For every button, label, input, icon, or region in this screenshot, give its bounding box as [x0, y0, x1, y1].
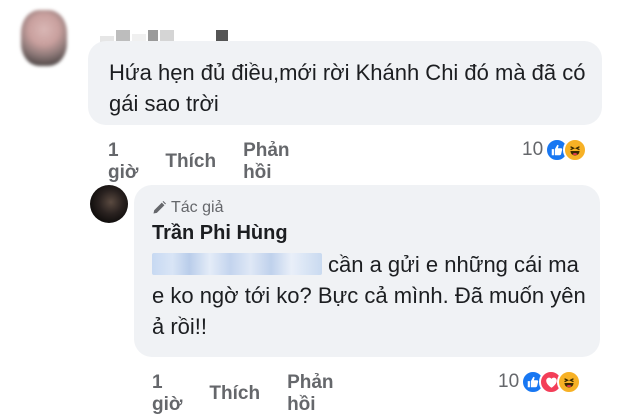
reply-text: cần a gửi e những cái ma e ko ngờ tới ko…	[152, 249, 592, 342]
reaction-count: 10	[498, 371, 520, 392]
comment-bubble: Hứa hẹn đủ điều,mới rời Khánh Chi đó mà …	[88, 41, 602, 125]
reply-button[interactable]: Phản hồi	[243, 140, 289, 184]
commenter-avatar[interactable]	[21, 10, 67, 66]
reply-time[interactable]: 1 giờ	[152, 372, 182, 416]
haha-icon	[557, 370, 582, 394]
reply-actions: 1 giờ Thích Phản hồi	[152, 372, 334, 416]
comment-actions: 1 giờ Thích Phản hồi	[108, 140, 290, 184]
mentioned-name-redacted[interactable]	[152, 253, 322, 275]
like-button[interactable]: Thích	[209, 383, 260, 405]
author-badge-label: Tác giả	[171, 199, 224, 216]
comment-text: Hứa hẹn đủ điều,mới rời Khánh Chi đó mà …	[109, 60, 586, 116]
like-button[interactable]: Thích	[165, 151, 216, 173]
author-name[interactable]: Trần Phi Hùng	[152, 222, 288, 245]
haha-icon	[563, 138, 588, 162]
reply-bubble: Tác giả Trần Phi Hùng cần a gửi e những …	[134, 185, 600, 357]
reaction-summary[interactable]: 10	[522, 138, 588, 162]
author-badge: Tác giả	[152, 199, 223, 217]
author-avatar[interactable]	[90, 185, 128, 223]
comment-time[interactable]: 1 giờ	[108, 140, 138, 184]
reaction-count: 10	[522, 139, 544, 160]
reaction-summary[interactable]: 10	[498, 370, 582, 394]
reply-button[interactable]: Phản hồi	[287, 372, 333, 416]
pencil-icon	[153, 201, 166, 214]
